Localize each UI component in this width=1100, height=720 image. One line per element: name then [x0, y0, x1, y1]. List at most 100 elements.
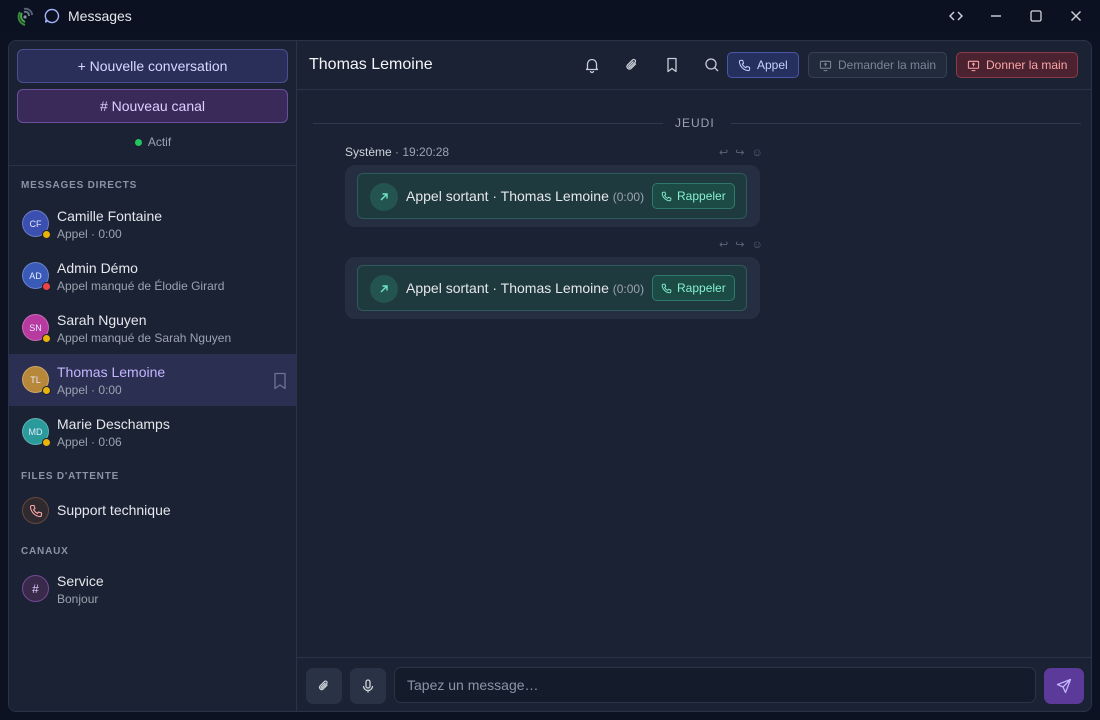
arrow-up-right-icon: [380, 285, 388, 293]
meta-separator: ·: [395, 145, 400, 159]
code-icon: [949, 11, 963, 21]
message-meta: Système · 19:20:28: [345, 145, 449, 159]
maximize-icon: [1030, 10, 1042, 22]
app-window: + Nouvelle conversation # Nouveau canal …: [8, 40, 1092, 712]
maximize-button[interactable]: [1024, 6, 1048, 26]
paperclip-icon: [319, 680, 328, 691]
user-status[interactable]: Actif: [9, 135, 297, 149]
devtools-button[interactable]: [944, 6, 968, 26]
day-separator-label: JEUDI: [675, 116, 715, 130]
window-title: Messages: [68, 8, 132, 24]
request-control-label: Demander la main: [838, 58, 937, 72]
presence-indicator: [42, 438, 51, 447]
arrow-up-right-icon: [380, 193, 388, 201]
chat-bubble-icon: [44, 8, 60, 24]
send-icon: [1056, 678, 1072, 694]
sidebar: + Nouvelle conversation # Nouveau canal …: [9, 41, 297, 711]
presence-indicator: [42, 230, 51, 239]
phone-icon: [738, 59, 751, 71]
dm-name: Admin Démo: [57, 260, 138, 276]
dm-item[interactable]: MD Marie Deschamps Appel · 0:06: [9, 406, 296, 458]
call-back-label: Rappeler: [677, 189, 726, 203]
day-separator-line: [731, 123, 1081, 124]
phone-icon: [661, 283, 672, 293]
app-logo-icon: [17, 7, 33, 26]
dm-name: Sarah Nguyen: [57, 312, 147, 328]
call-duration: (0:00): [612, 190, 645, 204]
call-description: Appel sortant · Thomas Lemoine (0:00): [406, 280, 644, 296]
attach-button[interactable]: [306, 668, 342, 704]
message-bubble: Appel sortant · Thomas Lemoine (0:00) Ra…: [345, 257, 760, 319]
dm-preview: Appel manqué de Sarah Nguyen: [57, 331, 232, 345]
phone-icon: [661, 191, 672, 201]
day-separator: JEUDI: [313, 115, 1081, 131]
call-text: Appel sortant · Thomas Lemoine: [406, 280, 609, 296]
section-channels: CANAUX: [21, 546, 69, 557]
section-queues: FILES D'ATTENTE: [21, 471, 120, 482]
section-direct-messages: MESSAGES DIRECTS: [21, 180, 138, 191]
dm-name: Camille Fontaine: [57, 208, 163, 224]
call-button[interactable]: Appel: [727, 52, 799, 78]
send-button[interactable]: [1044, 668, 1084, 704]
search-icon[interactable]: [703, 56, 721, 74]
screen-share-icon: [967, 60, 980, 71]
conversation-header: Thomas Lemoine Appel Demander la main Do…: [297, 41, 1091, 90]
call-back-button[interactable]: Rappeler: [652, 275, 735, 301]
paperclip-icon[interactable]: [623, 56, 641, 74]
new-conversation-button[interactable]: + Nouvelle conversation: [17, 49, 288, 83]
dm-item[interactable]: SN Sarah Nguyen Appel manqué de Sarah Nguy…: [9, 302, 296, 354]
microphone-icon: [362, 679, 374, 693]
status-label: Actif: [147, 135, 172, 149]
queue-item-support[interactable]: Support technique: [9, 491, 296, 531]
call-back-button[interactable]: Rappeler: [652, 183, 735, 209]
day-separator-line: [313, 123, 663, 124]
dm-item[interactable]: TL Thomas Lemoine Appel · 0:00: [9, 354, 296, 406]
channel-preview: Bonjour: [57, 592, 99, 606]
conversation-title: Thomas Lemoine: [309, 56, 433, 73]
new-channel-button[interactable]: # Nouveau canal: [17, 89, 288, 123]
dm-name: Thomas Lemoine: [57, 364, 166, 380]
presence-indicator: [42, 282, 51, 291]
request-control-button[interactable]: Demander la main: [808, 52, 948, 78]
conversation-panel: Thomas Lemoine Appel Demander la main Do…: [297, 41, 1091, 711]
sidebar-divider: [9, 165, 297, 166]
voice-button[interactable]: [350, 668, 386, 704]
minimize-button[interactable]: [984, 6, 1008, 26]
minimize-icon: [991, 15, 1001, 17]
channel-item-service[interactable]: # Service Bonjour: [9, 563, 296, 615]
channel-hash-icon: #: [22, 575, 49, 602]
outgoing-call-icon: [370, 275, 398, 303]
dm-preview: Appel · 0:00: [57, 383, 122, 397]
message-input[interactable]: [394, 667, 1036, 703]
call-description: Appel sortant · Thomas Lemoine (0:00): [406, 188, 644, 204]
close-icon: [1071, 11, 1081, 21]
dm-preview: Appel manqué de Élodie Girard: [57, 279, 225, 293]
call-card: Appel sortant · Thomas Lemoine (0:00) Ra…: [357, 265, 747, 311]
screen-share-icon: [819, 60, 832, 71]
title-bar: Messages: [0, 0, 1100, 32]
close-button[interactable]: [1064, 6, 1088, 26]
give-control-label: Donner la main: [986, 58, 1068, 72]
outgoing-call-icon: [370, 183, 398, 211]
call-duration: (0:00): [612, 282, 645, 296]
bookmark-icon[interactable]: [272, 372, 288, 390]
message-time: 19:20:28: [402, 145, 450, 159]
presence-indicator: [42, 386, 51, 395]
dm-item[interactable]: AD Admin Démo Appel manqué de Élodie Girar…: [9, 250, 296, 302]
call-text: Appel sortant · Thomas Lemoine: [406, 188, 609, 204]
give-control-button[interactable]: Donner la main: [956, 52, 1079, 78]
queue-name: Support technique: [57, 502, 171, 518]
bookmark-icon[interactable]: [663, 56, 681, 74]
status-dot: [134, 138, 142, 146]
channel-name: Service: [57, 573, 104, 589]
bell-icon[interactable]: [583, 56, 601, 74]
message-actions[interactable]: ↩ ↪ ☺: [719, 146, 765, 159]
message-actions[interactable]: ↩ ↪ ☺: [719, 238, 765, 251]
call-back-label: Rappeler: [677, 281, 726, 295]
composer: [297, 657, 1091, 711]
call-card: Appel sortant · Thomas Lemoine (0:00) Ra…: [357, 173, 747, 219]
call-button-label: Appel: [757, 58, 788, 72]
dm-name: Marie Deschamps: [57, 416, 170, 432]
dm-item[interactable]: CF Camille Fontaine Appel · 0:00: [9, 198, 296, 250]
phone-icon: [29, 504, 42, 517]
